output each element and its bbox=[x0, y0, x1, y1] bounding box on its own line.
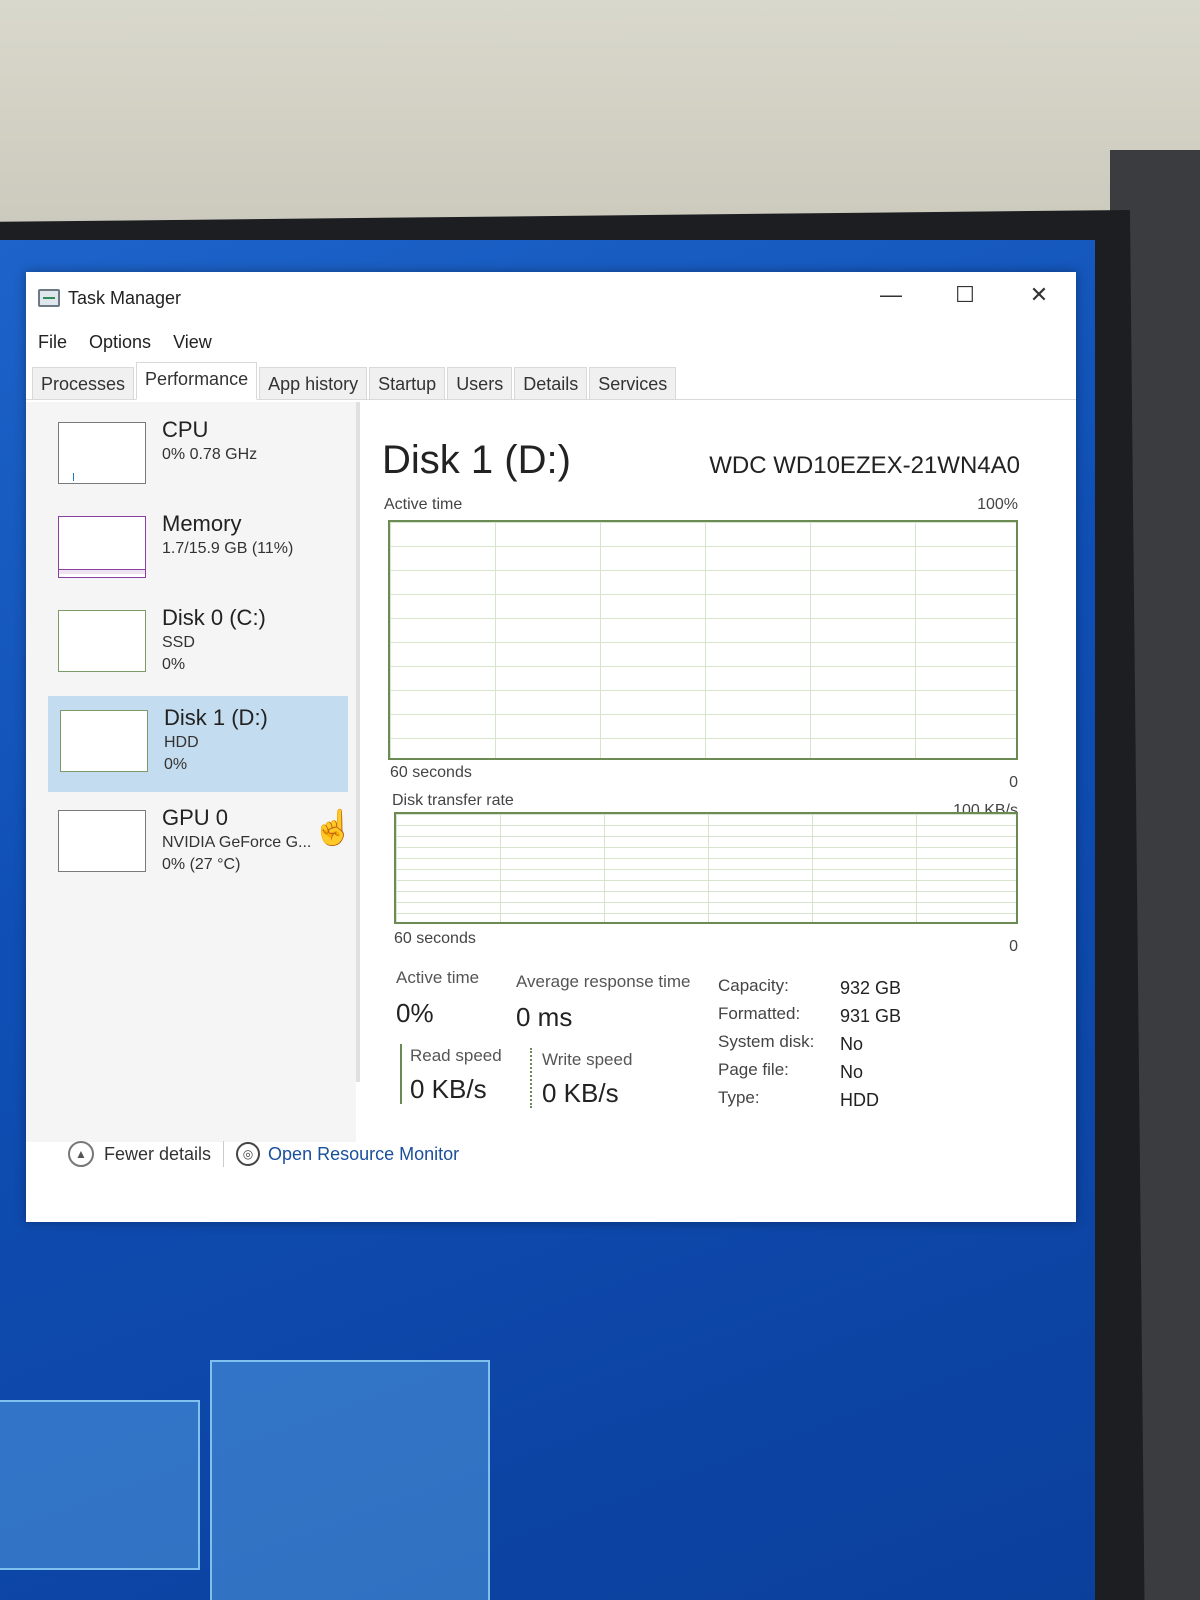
close-button[interactable]: ✕ bbox=[1002, 272, 1076, 318]
sidebar-item-disk-0[interactable]: Disk 0 (C:) SSD 0% bbox=[46, 596, 346, 692]
tab-services[interactable]: Services bbox=[589, 367, 677, 399]
chevron-up-icon[interactable]: ▲ bbox=[68, 1141, 94, 1167]
disk-title: Disk 1 (D:) bbox=[382, 438, 571, 482]
read-speed-value: 0 KB/s bbox=[410, 1074, 487, 1104]
avg-response-label: Average response time bbox=[516, 972, 691, 991]
active-time-graph-timespan: 60 seconds bbox=[390, 764, 472, 781]
sidebar-splitter[interactable] bbox=[356, 402, 360, 1082]
tab-users[interactable]: Users bbox=[447, 367, 513, 399]
performance-sidebar: CPU 0% 0.78 GHz Memory 1.7/15.9 GB (11%)… bbox=[26, 402, 356, 1142]
formatted-value: 931 GB bbox=[840, 1006, 902, 1026]
sidebar-item-label: Memory bbox=[162, 511, 242, 536]
open-resource-monitor-link[interactable]: Open Resource Monitor bbox=[268, 1144, 459, 1165]
memory-thumbnail-graph bbox=[58, 516, 146, 578]
capacity-label: Capacity: bbox=[718, 976, 789, 995]
active-time-graph-label: Active time bbox=[384, 496, 463, 513]
sidebar-item-detail: HDD bbox=[164, 734, 199, 751]
write-speed-legend-line bbox=[530, 1048, 532, 1108]
tab-bar: Processes Performance App history Startu… bbox=[26, 360, 1076, 400]
sidebar-item-label: GPU 0 bbox=[162, 805, 229, 830]
write-speed-label: Write speed bbox=[542, 1050, 633, 1069]
transfer-rate-graph-label: Disk transfer rate bbox=[392, 792, 514, 809]
title-bar[interactable]: Task Manager — ☐ ✕ bbox=[26, 272, 1076, 324]
sidebar-item-gpu-0[interactable]: GPU 0 NVIDIA GeForce G... 0% (27 °C) bbox=[46, 796, 346, 892]
maximize-button[interactable]: ☐ bbox=[928, 272, 1002, 318]
task-manager-icon bbox=[38, 289, 60, 307]
tab-startup[interactable]: Startup bbox=[369, 367, 446, 399]
sidebar-item-label: Disk 1 (D:) bbox=[164, 705, 268, 730]
window-title: Task Manager bbox=[68, 287, 182, 308]
task-manager-window: Task Manager — ☐ ✕ File Options View Pro… bbox=[26, 272, 1076, 1222]
type-value: HDD bbox=[840, 1090, 879, 1110]
menu-file[interactable]: File bbox=[38, 332, 67, 353]
resource-monitor-icon[interactable]: ◎ bbox=[236, 1142, 261, 1166]
sidebar-item-detail: SSD bbox=[162, 634, 195, 651]
sidebar-item-usage: 0% bbox=[164, 756, 188, 773]
avg-response-value: 0 ms bbox=[516, 1002, 573, 1032]
active-time-graph-min: 0 bbox=[1009, 774, 1018, 791]
read-speed-label: Read speed bbox=[410, 1046, 502, 1065]
disk-detail-panel: Disk 1 (D:) WDC WD10EZEX-21WN4A0 Active … bbox=[380, 402, 1040, 1122]
active-time-graph-max: 100% bbox=[977, 496, 1018, 513]
read-speed-legend-line bbox=[400, 1044, 402, 1104]
sidebar-item-disk-1[interactable]: Disk 1 (D:) HDD 0% bbox=[48, 696, 348, 792]
footer-divider bbox=[223, 1141, 225, 1167]
hand-cursor-icon: ☝ bbox=[312, 809, 355, 847]
active-time-value: 0% bbox=[396, 998, 434, 1028]
tab-performance[interactable]: Performance bbox=[136, 362, 258, 400]
footer-bar: ▲ Fewer details ◎ Open Resource Monitor bbox=[68, 1134, 459, 1174]
disk-model: WDC WD10EZEX-21WN4A0 bbox=[709, 452, 1020, 479]
disk-0-thumbnail-graph bbox=[58, 610, 146, 672]
menu-options[interactable]: Options bbox=[89, 332, 151, 353]
sidebar-item-usage: 0% (27 °C) bbox=[162, 856, 241, 873]
fewer-details-link[interactable]: Fewer details bbox=[104, 1144, 211, 1165]
system-disk-value: No bbox=[840, 1034, 864, 1054]
cpu-thumbnail-graph bbox=[58, 422, 146, 484]
sidebar-item-detail: 0% 0.78 GHz bbox=[162, 446, 258, 463]
transfer-rate-graph-min: 0 bbox=[1009, 938, 1018, 955]
formatted-label: Formatted: bbox=[718, 1004, 801, 1023]
sidebar-item-label: Disk 0 (C:) bbox=[162, 605, 266, 630]
transfer-rate-graph bbox=[394, 812, 1018, 924]
type-label: Type: bbox=[718, 1088, 760, 1107]
sidebar-item-memory[interactable]: Memory 1.7/15.9 GB (11%) bbox=[46, 502, 346, 598]
sidebar-item-detail: 1.7/15.9 GB (11%) bbox=[162, 540, 294, 557]
menu-view[interactable]: View bbox=[173, 332, 212, 353]
active-time-label: Active time bbox=[396, 968, 480, 987]
minimize-button[interactable]: — bbox=[854, 272, 928, 318]
write-speed-value: 0 KB/s bbox=[542, 1078, 619, 1108]
gpu-thumbnail-graph bbox=[58, 810, 146, 872]
tab-processes[interactable]: Processes bbox=[32, 367, 135, 399]
page-file-label: Page file: bbox=[718, 1060, 789, 1079]
system-disk-label: System disk: bbox=[718, 1032, 815, 1051]
active-time-graph bbox=[388, 520, 1018, 760]
capacity-value: 932 GB bbox=[840, 978, 902, 998]
page-file-value: No bbox=[840, 1062, 864, 1082]
sidebar-item-cpu[interactable]: CPU 0% 0.78 GHz bbox=[46, 408, 346, 504]
sidebar-item-label: CPU bbox=[162, 417, 209, 442]
tab-details[interactable]: Details bbox=[514, 367, 588, 399]
transfer-rate-graph-timespan: 60 seconds bbox=[394, 930, 476, 947]
tab-app-history[interactable]: App history bbox=[259, 367, 368, 399]
sidebar-item-usage: 0% bbox=[162, 656, 186, 673]
windows-logo-wallpaper bbox=[0, 1340, 500, 1600]
menu-bar: File Options View bbox=[26, 324, 1076, 360]
disk-1-thumbnail-graph bbox=[60, 710, 148, 772]
sidebar-item-detail: NVIDIA GeForce G... bbox=[162, 834, 312, 851]
